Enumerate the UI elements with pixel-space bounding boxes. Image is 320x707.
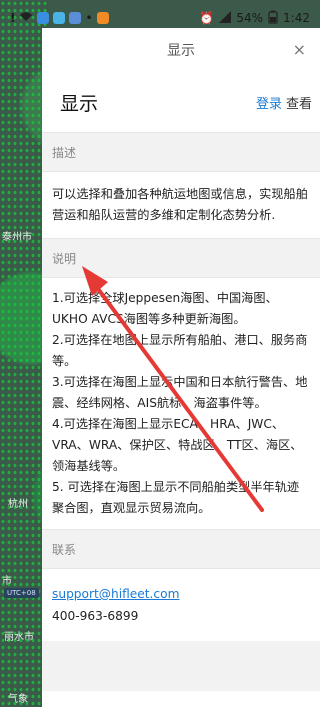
page-title: 显示 <box>60 92 99 115</box>
notes-item: 4.可选择在海图上显示ECA、HRA、JWC、VRA、WRA、保护区、特战区、T… <box>52 417 303 473</box>
app-icon <box>37 12 50 24</box>
signal-icon <box>219 10 232 26</box>
view-link[interactable]: 查看 <box>286 93 312 112</box>
dot-icon: • <box>85 11 93 25</box>
battery-icon <box>268 10 278 27</box>
wifi-icon <box>19 11 33 25</box>
panel-footer-space <box>42 641 320 691</box>
map-label: 市 <box>2 576 12 587</box>
map-label: 泰州市 <box>2 232 32 243</box>
panel-header-title: 显示 <box>167 43 195 59</box>
status-bar: ! • ⏰ 54% 1:42 <box>0 0 320 36</box>
notes-item: 2.可选择在地图上显示所有船舶、港口、服务商等。 <box>52 333 308 368</box>
app-icon <box>53 12 66 24</box>
notes-item: 3.可选择在海图上显示中国和日本航行警告、地震、经纬网格、AIS航标、海盗事件等… <box>52 375 308 410</box>
clock-time: 1:42 <box>283 11 310 25</box>
contact-info: support@hifleet.com 400-963-6899 <box>42 569 320 641</box>
battery-percent: 54% <box>236 11 264 25</box>
map-label: 气象 <box>8 694 28 705</box>
app-icon <box>69 12 82 24</box>
close-icon[interactable]: × <box>293 40 306 59</box>
title-row: 显示 登录 查看 <box>42 72 320 132</box>
map-label: 丽水市 <box>4 632 34 643</box>
notes-list: 1.可选择全球Jeppesen海图、中国海图、UKHO AVCS海图等多种更新海… <box>42 278 320 529</box>
alert-icon: ! <box>10 11 16 25</box>
section-header-contact: 联系 <box>42 529 320 569</box>
phone-number: 400-963-6899 <box>52 609 139 623</box>
notes-item: 1.可选择全球Jeppesen海图、中国海图、UKHO AVCS海图等多种更新海… <box>52 291 278 326</box>
notes-item: 5. 可选择在海图上显示不同船舶类型半年轨迹聚合图，直观显示贸易流向。 <box>52 480 300 515</box>
map-ship-dots <box>0 0 48 707</box>
section-header-notes: 说明 <box>42 238 320 278</box>
display-panel: 显示 × 显示 登录 查看 描述 可以选择和叠加各种航运地图或信息，实现船舶营运… <box>42 28 320 707</box>
section-header-description: 描述 <box>42 132 320 172</box>
support-email-link[interactable]: support@hifleet.com <box>52 587 179 601</box>
map-chip: UTC+08 <box>4 588 39 598</box>
app-icon <box>96 12 109 24</box>
login-link[interactable]: 登录 <box>256 93 282 112</box>
alarm-icon: ⏰ <box>199 11 215 25</box>
description-text: 可以选择和叠加各种航运地图或信息，实现船舶营运和船队运营的多维和定制化态势分析. <box>52 187 308 222</box>
map-label: 杭州 <box>8 499 28 510</box>
